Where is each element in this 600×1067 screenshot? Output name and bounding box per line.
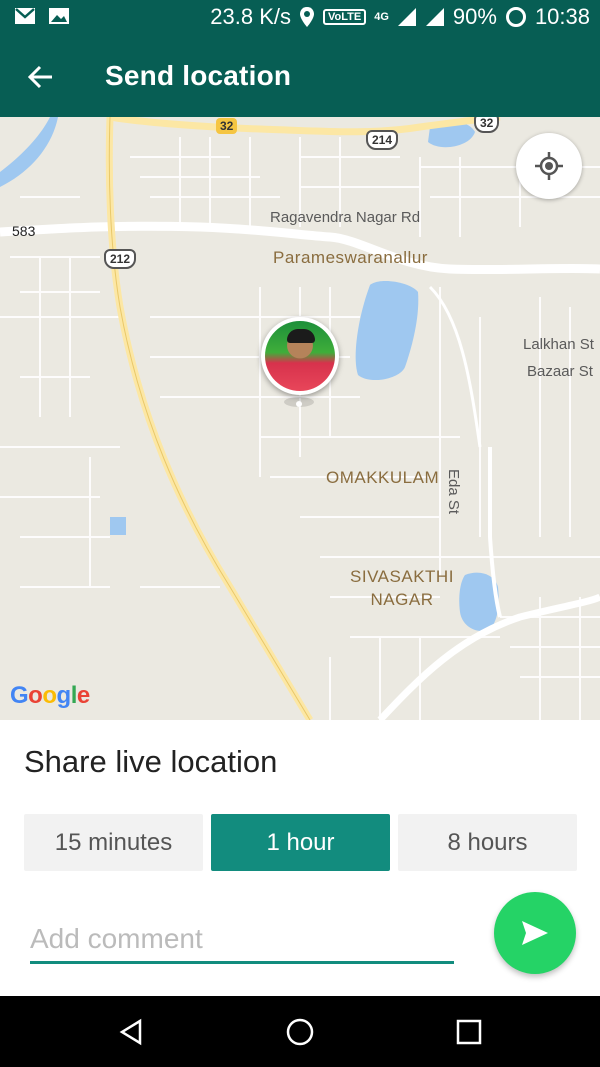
map-label-lalkhan: Lalkhan St xyxy=(523,336,594,353)
my-location-icon xyxy=(535,152,563,180)
battery-percent: 90% xyxy=(452,4,497,29)
status-bar: 23.8 K/s VoLTE 4G 90% 10:38 xyxy=(0,0,600,36)
circle-home-icon xyxy=(286,1018,314,1046)
highway-shield-32: 32 xyxy=(216,118,238,134)
nav-recents-button[interactable] xyxy=(451,1014,487,1050)
network-speed: 23.8 K/s xyxy=(210,4,291,29)
location-dot xyxy=(296,401,302,407)
map-label-eda: Eda St xyxy=(445,469,462,515)
network-type: 4G xyxy=(374,11,389,23)
toolbar: Send location xyxy=(0,36,600,117)
map-roads xyxy=(0,117,600,720)
map-label-ragavendra: Ragavendra Nagar Rd xyxy=(270,209,421,226)
clock: 10:38 xyxy=(534,4,590,29)
google-logo: Google xyxy=(10,682,90,709)
duration-options: 15 minutes 1 hour 8 hours xyxy=(24,814,577,871)
highway-shield-214: 214 xyxy=(366,130,399,150)
user-avatar-pin[interactable] xyxy=(261,317,339,395)
system-nav-bar xyxy=(0,996,600,1067)
map-view[interactable]: 583 32 214 32 212 Ragavendra Nagar Rd Pa… xyxy=(0,117,600,720)
gmail-icon xyxy=(15,8,35,24)
triangle-back-icon xyxy=(119,1018,142,1046)
sheet-title: Share live location xyxy=(24,744,278,779)
map-label-sivasakthi: SIVASAKTHI NAGAR xyxy=(350,567,454,609)
nav-back-button[interactable] xyxy=(113,1014,149,1050)
option-8-hours[interactable]: 8 hours xyxy=(398,814,577,871)
map-label-583: 583 xyxy=(12,223,36,239)
map-label-bazaar: Bazaar St xyxy=(527,363,593,380)
avatar xyxy=(265,321,335,391)
square-recents-icon xyxy=(456,1019,482,1045)
map-label-omakkulam: OMAKKULAM xyxy=(326,468,440,487)
nav-home-button[interactable] xyxy=(282,1014,318,1050)
arrow-left-icon xyxy=(28,65,52,89)
option-15-minutes[interactable]: 15 minutes xyxy=(24,814,203,871)
gallery-icon xyxy=(49,8,69,24)
volte-badge: VoLTE xyxy=(323,9,367,25)
send-button[interactable] xyxy=(494,892,576,974)
my-location-button[interactable] xyxy=(516,133,582,199)
location-icon xyxy=(300,7,314,27)
option-1-hour[interactable]: 1 hour xyxy=(211,814,390,871)
send-icon xyxy=(522,921,548,945)
back-button[interactable] xyxy=(22,58,60,96)
battery-icon xyxy=(505,7,526,27)
highway-shield-212: 212 xyxy=(104,249,137,269)
signal-icon xyxy=(397,8,416,26)
page-title: Send location xyxy=(105,60,292,91)
signal-2-icon xyxy=(425,8,444,26)
share-sheet: Share live location 15 minutes 1 hour 8 … xyxy=(0,720,600,996)
comment-input[interactable] xyxy=(30,916,454,964)
map-label-parameswaranallur: Parameswaranallur xyxy=(273,248,428,267)
